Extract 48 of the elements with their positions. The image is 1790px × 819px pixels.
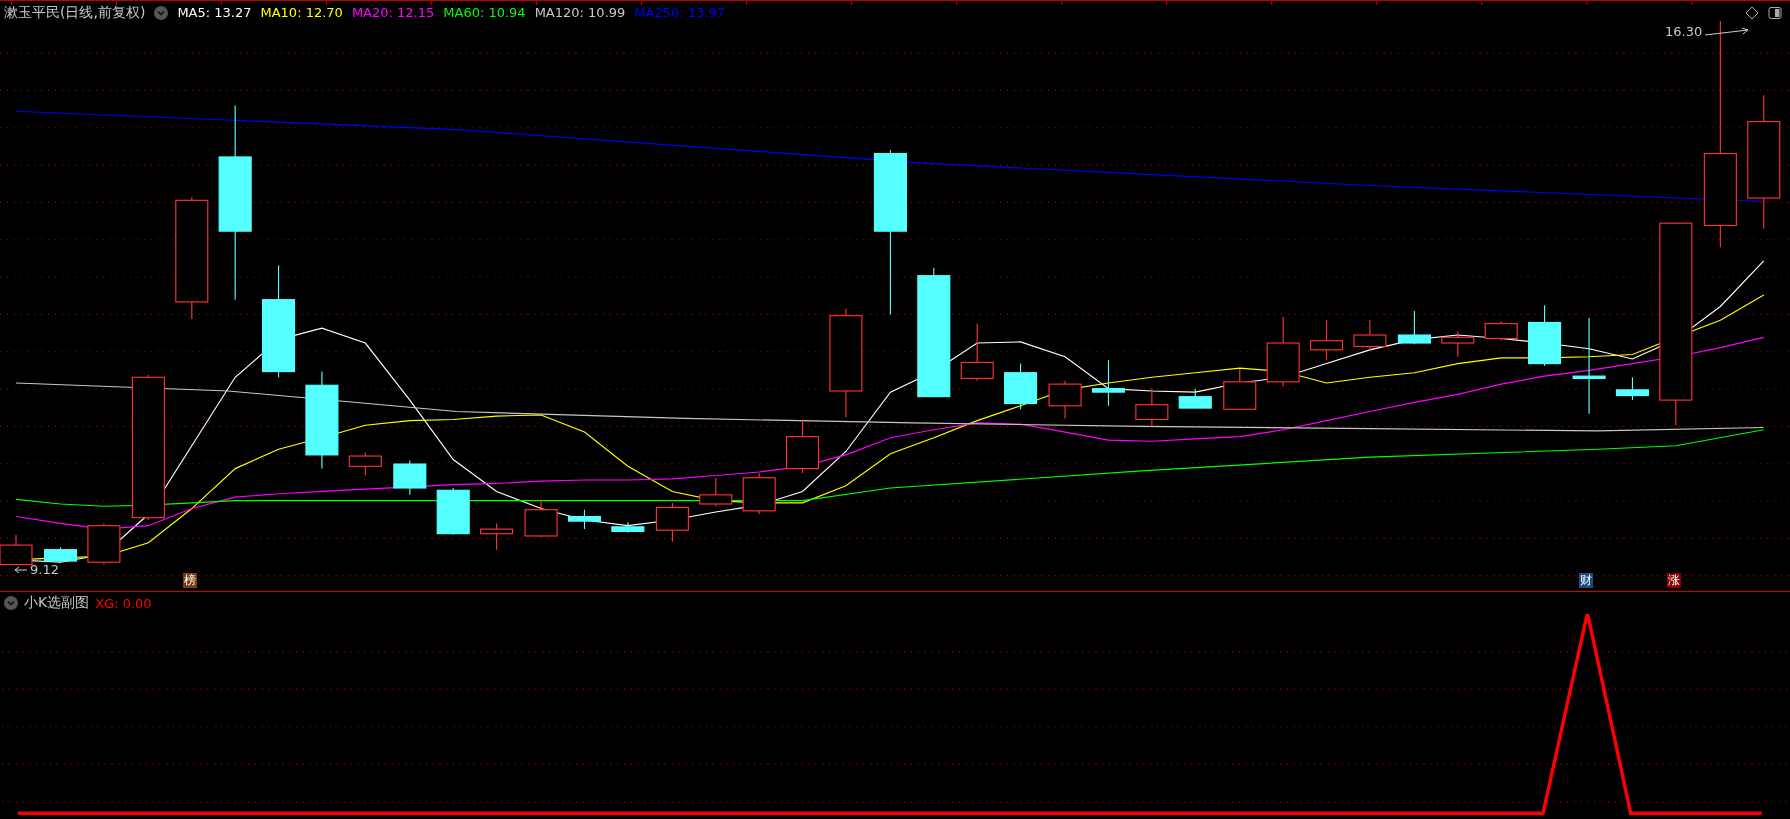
candlestick [1223, 368, 1257, 410]
candlestick [1309, 319, 1344, 361]
ma-indicator: MA250: 13.97 [634, 5, 725, 20]
candlestick [742, 472, 776, 515]
event-marker[interactable]: 榜 [182, 573, 197, 588]
candlestick [524, 498, 558, 538]
event-marker[interactable]: 财 [1578, 573, 1593, 588]
candlestick [1353, 319, 1387, 351]
candlestick [1004, 363, 1038, 410]
xg-indicator: XG: 0.00 [95, 595, 152, 611]
candlestick [699, 477, 733, 507]
candlestick [567, 509, 602, 530]
candlestick [960, 323, 994, 382]
candlestick [43, 546, 78, 564]
candlestick [348, 452, 382, 476]
candlestick [1091, 359, 1126, 407]
low-price-label: 9.12 [30, 562, 59, 577]
candlestick [480, 522, 514, 551]
candlestick [655, 502, 689, 543]
arrow-icon [1704, 26, 1751, 37]
ma-indicator: MA120: 10.99 [534, 5, 626, 20]
candlestick [1048, 380, 1082, 419]
candlestick [1528, 304, 1562, 367]
chart-title: 漱玉平民(日线,前复权) [4, 3, 146, 22]
dropdown-icon[interactable] [154, 5, 169, 20]
ma-indicator: MA5: 13.27 [177, 5, 252, 20]
candlestick [1178, 388, 1212, 409]
candlestick [611, 521, 645, 534]
candlestick [87, 522, 121, 566]
event-marker[interactable]: 涨 [1666, 573, 1681, 588]
left-arrow-icon [14, 565, 28, 574]
candlestick [1135, 388, 1169, 426]
candlestick [1615, 376, 1649, 401]
candlestick [1397, 310, 1431, 345]
candlestick [1484, 320, 1518, 342]
high-price-label: 16.30 [1665, 24, 1703, 39]
ma-indicator: MA10: 12.70 [260, 5, 343, 20]
candlestick [393, 460, 427, 496]
ma-indicator: MA60: 10.94 [443, 5, 526, 20]
ma-indicator: MA20: 12.15 [351, 5, 435, 20]
candlestick [1266, 316, 1300, 387]
candlestick [785, 418, 820, 474]
candlestick [436, 487, 470, 536]
candlestick [1441, 331, 1475, 358]
panel-toggle-icon[interactable] [1768, 5, 1782, 20]
dropdown-icon[interactable] [4, 596, 18, 610]
diamond-icon[interactable] [1745, 5, 1759, 20]
sub-chart-title: 小K选副图 [24, 594, 90, 612]
